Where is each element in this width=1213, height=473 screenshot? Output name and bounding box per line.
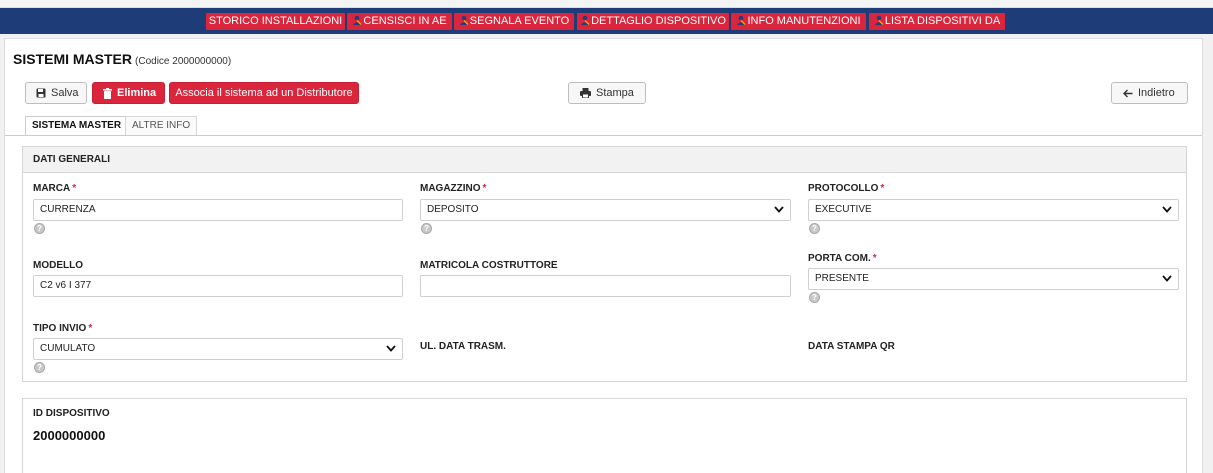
page-title: SISTEMI MASTER (Codice 2000000000) — [13, 51, 231, 67]
chevron-down-icon — [774, 206, 784, 213]
page-subtitle: (Codice 2000000000) — [135, 56, 232, 67]
protocollo-select[interactable]: EXECUTIVE — [808, 199, 1179, 221]
page-title-text: SISTEMI MASTER — [13, 51, 133, 67]
magazzino-label: MAGAZZINO * — [420, 183, 487, 194]
delete-label: Elimina — [117, 87, 157, 99]
ul-data-trasm-label: UL. DATA TRASM. — [420, 341, 506, 352]
assign-distributor-button[interactable]: Associa il sistema ad un Distributore — [169, 82, 359, 104]
top-navbar: STORICO INSTALLAZIONI CENSISCI IN AE SEG… — [0, 8, 1213, 34]
device-id-label: ID DISPOSITIVO — [33, 408, 110, 419]
help-icon[interactable]: ? — [809, 223, 820, 234]
floppy-icon — [36, 88, 46, 98]
back-label: Indietro — [1138, 87, 1175, 99]
modello-label: MODELLO — [33, 260, 83, 271]
required-marker: * — [872, 253, 877, 264]
magazzino-select[interactable]: DEPOSITO — [420, 199, 791, 221]
nav-censisci-ae[interactable]: CENSISCI IN AE — [347, 13, 452, 30]
print-button[interactable]: Stampa — [568, 82, 646, 104]
marca-value: CURRENZA — [40, 204, 96, 215]
tipo-invio-select[interactable]: CUMULATO — [33, 338, 403, 360]
modello-input[interactable]: C2 v6 I 377 — [33, 275, 403, 297]
printer-icon — [580, 88, 591, 99]
nav-label: LISTA DISPOSITIVI DA — [884, 15, 1001, 27]
section-header: DATI GENERALI — [23, 147, 1186, 173]
save-button[interactable]: Salva — [25, 82, 87, 104]
chevron-down-icon — [386, 345, 396, 352]
print-label: Stampa — [596, 87, 634, 99]
nav-lista-dispositivi[interactable]: LISTA DISPOSITIVI DA — [869, 13, 1005, 30]
nav-label: INFO MANUTENZIONI — [747, 15, 861, 27]
nav-info-manutenzioni[interactable]: INFO MANUTENZIONI — [731, 13, 866, 30]
protocollo-value: EXECUTIVE — [815, 204, 872, 215]
nav-dettaglio-dispositivo[interactable]: DETTAGLIO DISPOSITIVO — [577, 13, 729, 30]
required-marker: * — [88, 323, 93, 334]
dati-generali-section: DATI GENERALI MARCA * CURRENZA ? MAGAZZIN… — [22, 146, 1187, 382]
porta-com-value: PRESENTE — [815, 273, 869, 284]
chevron-down-icon — [1162, 206, 1172, 213]
required-marker: * — [72, 183, 77, 194]
user-icon — [459, 15, 469, 25]
main-panel: SISTEMI MASTER (Codice 2000000000) Salva … — [4, 38, 1203, 473]
porta-com-select[interactable]: PRESENTE — [808, 268, 1179, 290]
tipo-invio-label: TIPO INVIO * — [33, 323, 93, 334]
matricola-input[interactable] — [420, 275, 791, 297]
help-icon[interactable]: ? — [809, 292, 820, 303]
required-marker: * — [880, 183, 885, 194]
data-stampa-qr-label: DATA STAMPA QR — [808, 341, 895, 352]
assign-label: Associa il sistema ad un Distributore — [175, 87, 353, 99]
porta-com-label: PORTA COM. * — [808, 253, 877, 264]
nav-segnala-evento[interactable]: SEGNALA EVENTO — [454, 13, 574, 30]
nav-storico-installazioni[interactable]: STORICO INSTALLAZIONI — [206, 13, 345, 30]
browser-top-strip — [0, 0, 1213, 8]
user-icon — [737, 15, 746, 25]
save-label: Salva — [51, 87, 79, 99]
marca-label: MARCA * — [33, 183, 77, 194]
back-button[interactable]: Indietro — [1111, 82, 1188, 104]
device-id-value: 2000000000 — [33, 428, 106, 443]
matricola-label: MATRICOLA COSTRUTTORE — [420, 260, 558, 271]
tab-label: SISTEMA MASTER — [32, 120, 122, 131]
user-icon — [874, 15, 884, 25]
user-icon — [353, 15, 362, 25]
user-icon — [580, 15, 590, 25]
tab-label: ALTRE INFO — [132, 120, 191, 131]
tipo-invio-value: CUMULATO — [40, 343, 96, 354]
device-id-box: ID DISPOSITIVO 2000000000 — [22, 398, 1187, 473]
magazzino-value: DEPOSITO — [427, 204, 479, 215]
nav-label: DETTAGLIO DISPOSITIVO — [591, 15, 726, 27]
arrow-left-icon — [1123, 89, 1133, 98]
modello-value: C2 v6 I 377 — [40, 280, 92, 291]
nav-label: CENSISCI IN AE — [363, 15, 447, 27]
tab-sistema-master[interactable]: SISTEMA MASTER — [25, 116, 129, 136]
tab-altre-info[interactable]: ALTRE INFO — [125, 116, 198, 136]
nav-label: STORICO INSTALLAZIONI — [208, 15, 343, 27]
help-icon[interactable]: ? — [34, 362, 45, 373]
delete-button[interactable]: Elimina — [92, 82, 165, 104]
nav-label: SEGNALA EVENTO — [469, 15, 570, 27]
help-icon[interactable]: ? — [421, 223, 432, 234]
section-title: DATI GENERALI — [33, 154, 111, 165]
tab-divider — [5, 135, 1202, 136]
protocollo-label: PROTOCOLLO * — [808, 183, 885, 194]
help-icon[interactable]: ? — [34, 223, 45, 234]
trash-icon — [103, 87, 112, 99]
marca-input[interactable]: CURRENZA — [33, 199, 403, 221]
required-marker: * — [482, 183, 487, 194]
chevron-down-icon — [1162, 275, 1172, 282]
